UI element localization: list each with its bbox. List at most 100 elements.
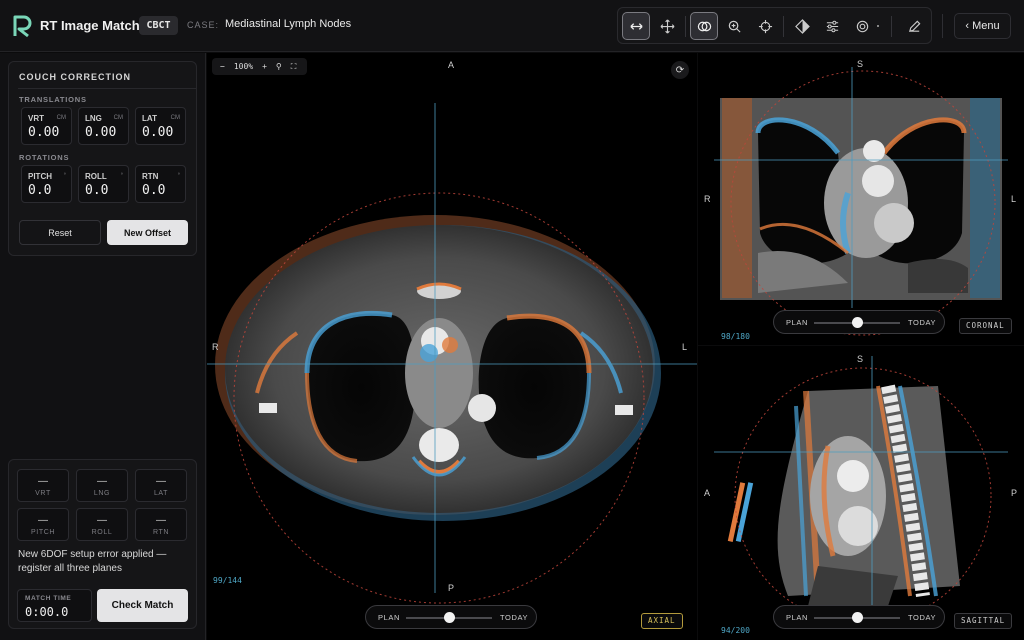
pencil-icon — [908, 20, 920, 32]
orientation-top: A — [448, 60, 455, 70]
blend-thumb[interactable] — [851, 612, 863, 623]
toolbar-divider — [783, 16, 784, 37]
reset-button[interactable]: Reset — [19, 220, 101, 245]
tool-contrast[interactable] — [788, 12, 816, 40]
zoom-in-button[interactable]: + — [262, 62, 267, 71]
blend-left-label: PLAN — [786, 613, 808, 622]
overlay-circles-icon — [697, 21, 711, 31]
app-logo-icon — [13, 15, 32, 38]
orientation-top: S — [857, 59, 864, 69]
error-value: — — [97, 476, 107, 487]
blend-slider[interactable]: PLAN TODAY — [773, 310, 945, 334]
match-time-label: MATCH TIME — [25, 595, 72, 602]
tool-annotate[interactable] — [900, 12, 928, 40]
more-options-dot[interactable] — [877, 25, 879, 27]
field-value: 0.0 — [85, 183, 109, 198]
coronal-viewport[interactable]: S R L 98/180 PLAN TODAY CORONAL — [698, 53, 1024, 345]
target-icon — [856, 20, 868, 32]
tool-sliders[interactable] — [818, 12, 846, 40]
field-value: 0.00 — [85, 125, 117, 140]
field-label: RTN — [142, 172, 159, 181]
sagittal-viewport[interactable]: S A P 94/200 PLAN TODAY SAGITTAL — [698, 346, 1024, 640]
magnifier-icon — [728, 20, 741, 33]
setup-error-message: New 6DOF setup error applied — register … — [18, 549, 167, 574]
tool-window-level[interactable] — [622, 12, 650, 40]
new-offset-button[interactable]: New Offset — [107, 220, 188, 245]
sagittal-view-badge[interactable]: SAGITTAL — [954, 613, 1013, 629]
left-panel: COUCH CORRECTION TRANSLATIONS VRT CM 0.0… — [0, 53, 206, 640]
orientation-left: R — [704, 194, 711, 204]
reset-view-icon[interactable]: ⟳ — [671, 61, 689, 79]
error-value: — — [38, 476, 48, 487]
error-label: LAT — [153, 490, 169, 497]
modality-badge: CBCT — [139, 16, 178, 35]
blend-left-label: PLAN — [378, 613, 400, 622]
roll-field[interactable]: ROLL ° 0.0 — [78, 165, 129, 203]
coronal-scan-image — [714, 67, 1008, 336]
error-value: — — [38, 515, 48, 526]
menu-button-label: Menu — [972, 20, 1000, 32]
error-cell-pitch: — PITCH — [17, 508, 69, 541]
top-bar: RT Image Match CBCT CASE: Mediastinal Ly… — [0, 0, 1024, 52]
field-label: PITCH — [28, 172, 52, 181]
toolbar-divider — [891, 16, 892, 37]
axial-viewport[interactable]: − 100% + ⚲ ⛶ ⟳ A P R L 99/144 PLAN TODAY… — [207, 53, 697, 640]
slice-counter: 94/200 — [721, 626, 750, 635]
error-cell-roll: — ROLL — [76, 508, 128, 541]
tool-overlay[interactable] — [690, 12, 718, 40]
field-value: 0.0 — [142, 183, 166, 198]
zoom-control: − 100% + ⚲ ⛶ — [212, 58, 307, 75]
error-cell-vrt: — VRT — [17, 469, 69, 502]
rtn-field[interactable]: RTN ° 0.0 — [135, 165, 186, 203]
blend-thumb[interactable] — [851, 317, 863, 328]
contrast-diamond-icon — [794, 18, 810, 34]
chevron-left-icon: ‹ — [965, 20, 970, 32]
check-match-button[interactable]: Check Match — [97, 589, 188, 622]
axial-scan-image — [207, 103, 697, 604]
sliders-icon — [826, 20, 838, 32]
tool-zoom[interactable] — [720, 12, 748, 40]
tool-crosshair[interactable] — [751, 12, 779, 40]
error-label: PITCH — [31, 529, 55, 536]
crosshair-icon — [758, 19, 772, 33]
field-unit: CM — [170, 115, 180, 121]
error-value: — — [156, 515, 166, 526]
error-label: ROLL — [91, 529, 113, 536]
blend-thumb[interactable] — [443, 612, 455, 623]
case-label: CASE: — [187, 20, 220, 30]
move-arrows-icon — [660, 19, 674, 33]
pin-icon[interactable]: ⚲ — [276, 62, 282, 71]
axial-view-badge[interactable]: AXIAL — [641, 613, 683, 629]
slice-counter: 99/144 — [213, 576, 242, 585]
match-time-value: 0:00.0 — [25, 605, 69, 619]
error-label: RTN — [152, 529, 170, 536]
blend-slider[interactable]: PLAN TODAY — [773, 605, 945, 629]
zoom-out-button[interactable]: − — [220, 62, 225, 71]
tool-target[interactable] — [848, 12, 876, 40]
pitch-field[interactable]: PITCH ° 0.0 — [21, 165, 72, 203]
field-label: LAT — [142, 114, 157, 123]
tool-pan[interactable] — [653, 12, 681, 40]
error-cell-lat: — LAT — [135, 469, 187, 502]
blend-right-label: TODAY — [908, 613, 937, 622]
orientation-right: L — [1011, 194, 1017, 204]
error-value: — — [156, 476, 166, 487]
rotations-label: ROTATIONS — [19, 153, 70, 162]
error-cell-lng: — LNG — [76, 469, 128, 502]
field-label: LNG — [85, 114, 102, 123]
orientation-left: R — [212, 342, 219, 352]
orientation-left: A — [704, 488, 711, 498]
zoom-level: 100% — [233, 62, 254, 71]
blend-slider[interactable]: PLAN TODAY — [365, 605, 537, 629]
coronal-view-badge[interactable]: CORONAL — [959, 318, 1012, 334]
couch-correction-card: COUCH CORRECTION TRANSLATIONS VRT CM 0.0… — [8, 61, 197, 256]
lat-field[interactable]: LAT CM 0.00 — [135, 107, 186, 145]
case-name: Mediastinal Lymph Nodes — [225, 18, 352, 30]
menu-button[interactable]: ‹ Menu — [954, 13, 1011, 39]
field-value: 0.0 — [28, 183, 52, 198]
lng-field[interactable]: LNG CM 0.00 — [78, 107, 129, 145]
fullscreen-icon[interactable]: ⛶ — [291, 62, 297, 72]
vrt-field[interactable]: VRT CM 0.00 — [21, 107, 72, 145]
field-unit: CM — [56, 115, 66, 121]
blend-left-label: PLAN — [786, 318, 808, 327]
